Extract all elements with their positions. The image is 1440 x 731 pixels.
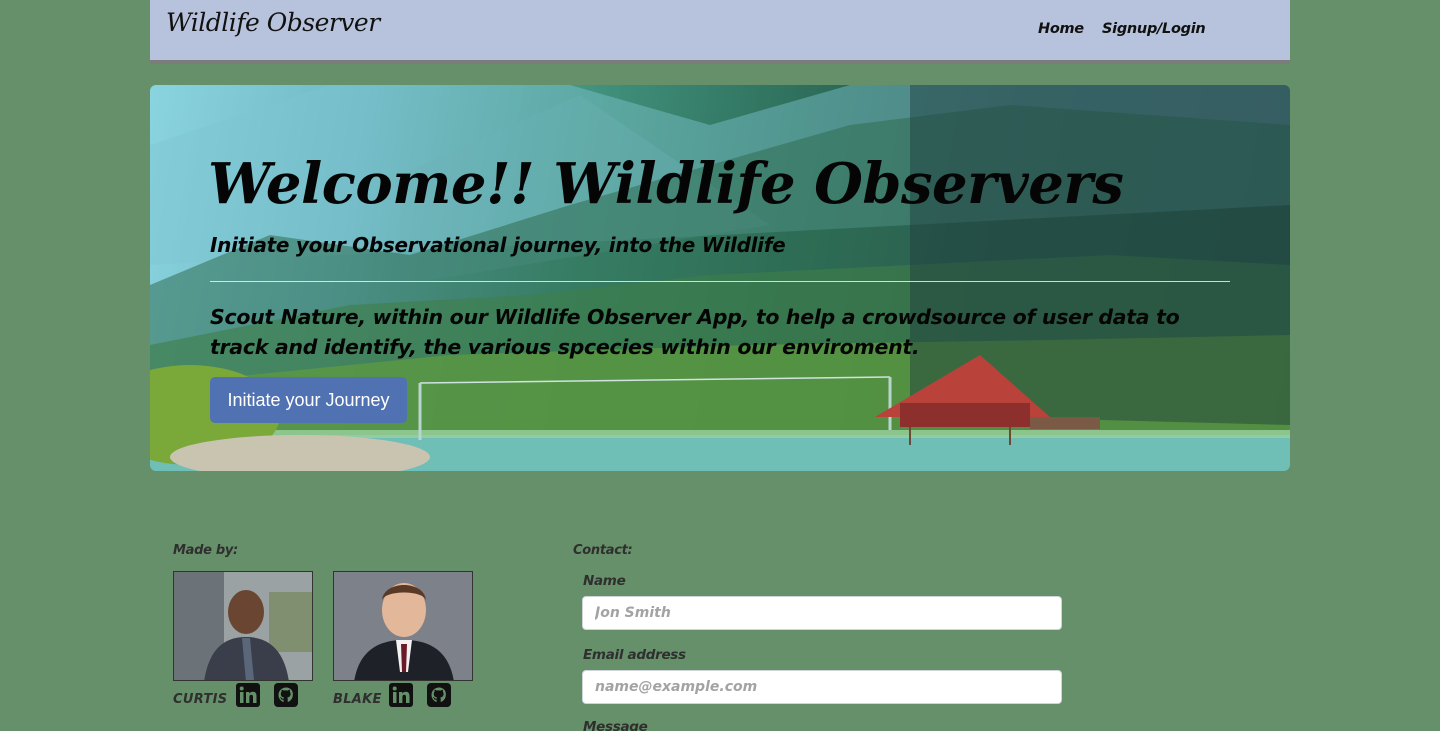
author-name-blake: BLAKE	[333, 692, 382, 707]
name-label: Name	[583, 573, 626, 589]
contact-label: Contact:	[573, 543, 633, 558]
nav-link-home[interactable]: Home	[1038, 21, 1084, 37]
author-photo-curtis	[173, 571, 313, 681]
navbar: Wildlife Observer Home Signup/Login	[150, 0, 1290, 64]
hero-banner: Welcome!! Wildlife Observers Initiate yo…	[150, 85, 1290, 471]
author-photo-blake	[333, 571, 473, 681]
brand-logo-text[interactable]: Wildlife Observer	[166, 8, 380, 37]
nav-link-signup-login[interactable]: Signup/Login	[1102, 21, 1206, 37]
hero-description: Scout Nature, within our Wildlife Observ…	[210, 305, 1180, 359]
hero-title: Welcome!! Wildlife Observers	[208, 151, 1124, 217]
author-name-curtis: CURTIS	[173, 692, 228, 707]
linkedin-icon[interactable]	[388, 682, 414, 708]
initiate-journey-button[interactable]: Initiate your Journey	[210, 377, 407, 423]
email-label: Email address	[583, 647, 686, 663]
made-by-label: Made by:	[173, 543, 238, 558]
github-icon[interactable]	[426, 682, 452, 708]
email-input[interactable]	[582, 670, 1062, 704]
github-icon[interactable]	[273, 682, 299, 708]
name-input[interactable]	[582, 596, 1062, 630]
hero-divider	[210, 281, 1230, 282]
linkedin-icon[interactable]	[235, 682, 261, 708]
message-label: Message	[583, 719, 648, 731]
hero-subtitle: Initiate your Observational journey, int…	[210, 233, 786, 257]
